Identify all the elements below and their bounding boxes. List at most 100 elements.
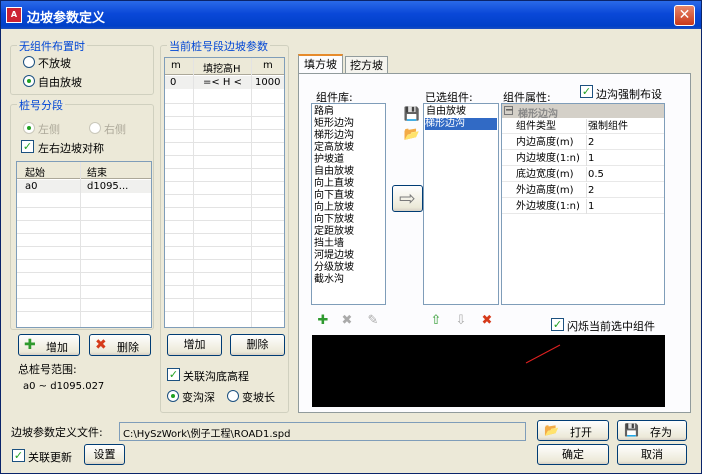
- property-value[interactable]: 2: [588, 183, 662, 198]
- file-path-field[interactable]: C:\HySzWork\例子工程\ROAD1.spd: [119, 422, 526, 441]
- property-value[interactable]: 2: [588, 135, 662, 150]
- link-ditch-label: 关联沟底高程: [183, 370, 249, 383]
- add-param-button[interactable]: 增加: [167, 334, 222, 356]
- list-item[interactable]: 向下直坡: [314, 190, 354, 202]
- table-row[interactable]: 0 =< H < 1000: [165, 76, 284, 89]
- station-segment-table[interactable]: 起始 结束 a0 d1095...: [16, 161, 152, 328]
- dialog-window: A 边坡参数定义 ✕ 无组件布置时 不放坡 自由放坡 桩号分段 左侧 右侧 ✓ …: [0, 0, 702, 474]
- property-value[interactable]: 1: [588, 151, 662, 166]
- property-name: 内边高度(m): [516, 137, 574, 148]
- list-item[interactable]: 梯形边沟: [314, 130, 354, 142]
- radio-change-depth[interactable]: [167, 390, 179, 402]
- tab-fill-slope[interactable]: 填方坡: [298, 54, 343, 74]
- header-start: 起始: [25, 168, 45, 179]
- move-down-icon[interactable]: ⇩: [451, 311, 471, 331]
- list-item[interactable]: 向上放坡: [314, 202, 354, 214]
- property-row[interactable]: 底边宽度(m) 0.5: [502, 167, 664, 182]
- link-update-checkbox[interactable]: ✓: [12, 449, 25, 462]
- property-row[interactable]: 组件类型 强制组件: [502, 119, 664, 134]
- property-name: 底边宽度(m): [516, 169, 574, 180]
- list-item[interactable]: 矩形边沟: [314, 118, 354, 130]
- row-start: a0: [25, 181, 38, 192]
- list-item[interactable]: 分级放坡: [314, 262, 354, 274]
- list-item-selected[interactable]: 梯形边沟: [425, 118, 497, 130]
- property-value[interactable]: 强制组件: [588, 119, 662, 134]
- file-label: 边坡参数定义文件:: [11, 426, 103, 439]
- add-segment-button[interactable]: ✚ 增加: [18, 334, 80, 356]
- open-folder-icon[interactable]: 📂: [402, 125, 422, 145]
- add-to-selected-button[interactable]: ⇨: [392, 185, 423, 212]
- current-segment-table[interactable]: m 填挖高H m 0 =< H < 1000: [164, 57, 285, 328]
- current-segment-group-label: 当前桩号段边坡参数: [167, 38, 270, 54]
- collapse-icon[interactable]: −: [504, 106, 513, 116]
- station-segment-group-label: 桩号分段: [17, 97, 65, 113]
- open-button[interactable]: 📂 打开: [537, 420, 609, 441]
- property-value[interactable]: 1: [588, 199, 662, 214]
- open-label: 打开: [570, 426, 592, 439]
- list-item[interactable]: 自由放坡: [314, 166, 354, 178]
- list-item[interactable]: 自由放坡: [426, 106, 466, 118]
- title-bar[interactable]: A 边坡参数定义 ✕: [1, 1, 701, 29]
- table-row[interactable]: a0 d1095...: [17, 180, 151, 193]
- row-m-high: 1000: [255, 77, 281, 88]
- selected-list[interactable]: 自由放坡 梯形边沟: [423, 103, 499, 305]
- current-table-header: m 填挖高H m: [165, 58, 284, 75]
- list-item[interactable]: 向上直坡: [314, 178, 354, 190]
- delete-segment-button[interactable]: ✖ 删除: [89, 334, 151, 356]
- link-update-label: 关联更新: [28, 451, 72, 464]
- library-list[interactable]: 路肩 矩形边沟 梯形边沟 定高放坡 护坡道 自由放坡 向上直坡 向下直坡 向上放坡 向下放坡 定距放…: [311, 103, 386, 305]
- link-ditch-checkbox[interactable]: ✓: [167, 368, 180, 381]
- header-fill-height: 填挖高H: [203, 64, 241, 75]
- edit-icon[interactable]: ✎: [363, 311, 383, 331]
- move-up-icon[interactable]: ⇧: [426, 311, 446, 331]
- property-row[interactable]: 外边坡度(1:n) 1: [502, 199, 664, 214]
- header-m-low: m: [171, 60, 181, 71]
- arrow-right-icon: ⇨: [399, 186, 416, 210]
- delete-icon[interactable]: ✖: [477, 311, 497, 331]
- property-value[interactable]: 0.5: [588, 167, 662, 182]
- delete-param-label: 删除: [246, 338, 269, 351]
- force-layout-checkbox[interactable]: ✓: [580, 85, 593, 98]
- list-item[interactable]: 向下放坡: [314, 214, 354, 226]
- radio-no-slope[interactable]: [23, 56, 35, 68]
- radio-free-slope[interactable]: [23, 75, 35, 87]
- preview-canvas[interactable]: [312, 335, 665, 407]
- tab-cut-slope[interactable]: 挖方坡: [345, 56, 388, 74]
- list-item[interactable]: 定高放坡: [314, 142, 354, 154]
- delete-param-button[interactable]: 删除: [230, 334, 285, 356]
- station-range-value: a0 ~ d1095.027: [23, 381, 105, 392]
- property-name: 组件类型: [516, 121, 556, 132]
- property-name: 外边坡度(1:n): [516, 201, 580, 212]
- radio-change-length[interactable]: [227, 390, 239, 402]
- settings-button[interactable]: 设置: [84, 444, 125, 465]
- list-item[interactable]: 截水沟: [314, 274, 344, 286]
- close-button[interactable]: ✕: [674, 5, 695, 26]
- radio-change-depth-label: 变沟深: [182, 391, 215, 404]
- property-row[interactable]: 内边坡度(1:n) 1: [502, 151, 664, 166]
- add-icon: ✚: [24, 337, 36, 353]
- list-item[interactable]: 定距放坡: [314, 226, 354, 238]
- list-item[interactable]: 挡土墙: [314, 238, 344, 250]
- file-path-value: C:\HySzWork\例子工程\ROAD1.spd: [123, 429, 291, 440]
- props-group-row[interactable]: − 梯形边沟: [502, 104, 664, 120]
- properties-grid[interactable]: − 梯形边沟 组件类型 强制组件 内边高度(m) 2 内边坡度(1:n) 1 底边宽度(m)…: [501, 103, 665, 305]
- add-icon[interactable]: ✚: [313, 311, 333, 331]
- property-row[interactable]: 外边高度(m) 2: [502, 183, 664, 198]
- list-item[interactable]: 护坡道: [314, 154, 344, 166]
- save-component-icon[interactable]: 💾: [402, 105, 422, 125]
- symmetric-checkbox[interactable]: ✓: [21, 140, 34, 153]
- flash-checkbox[interactable]: ✓: [551, 318, 564, 331]
- radio-right-side[interactable]: [89, 122, 101, 134]
- save-as-button[interactable]: 💾 存为: [617, 420, 687, 441]
- window-title: 边坡参数定义: [27, 11, 106, 26]
- cancel-button[interactable]: 取消: [617, 444, 687, 465]
- ok-button[interactable]: 确定: [537, 444, 609, 465]
- radio-left-side[interactable]: [23, 122, 35, 134]
- remove-library-icon[interactable]: ✖: [337, 311, 357, 331]
- property-row[interactable]: 内边高度(m) 2: [502, 135, 664, 150]
- property-name: 外边高度(m): [516, 185, 574, 196]
- delete-segment-label: 删除: [117, 341, 139, 354]
- list-item[interactable]: 河堤边坡: [314, 250, 354, 262]
- list-item[interactable]: 路肩: [314, 106, 334, 118]
- radio-no-slope-label: 不放坡: [38, 57, 71, 70]
